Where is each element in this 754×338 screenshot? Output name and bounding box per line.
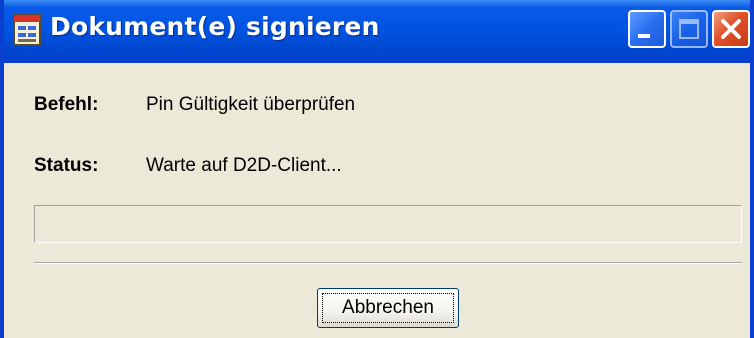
document-form-icon — [12, 13, 42, 47]
window-title: Dokument(e) signieren — [50, 12, 380, 41]
cancel-button-label: Abbrechen — [342, 297, 434, 318]
maximize-button[interactable] — [670, 10, 708, 48]
close-button[interactable] — [712, 10, 750, 48]
minimize-button[interactable] — [628, 10, 666, 48]
separator-line — [34, 262, 742, 264]
status-value: Warte auf D2D-Client... — [146, 155, 342, 176]
progress-bar — [34, 205, 742, 243]
cancel-button[interactable]: Abbrechen — [317, 288, 459, 328]
command-label: Befehl: — [34, 94, 99, 115]
status-label: Status: — [34, 155, 99, 176]
command-value: Pin Gültigkeit überprüfen — [146, 94, 356, 115]
title-bar[interactable]: Dokument(e) signieren — [4, 0, 750, 63]
dialog-window: Dokument(e) signieren Befehl: Pin Gültig… — [0, 0, 754, 338]
